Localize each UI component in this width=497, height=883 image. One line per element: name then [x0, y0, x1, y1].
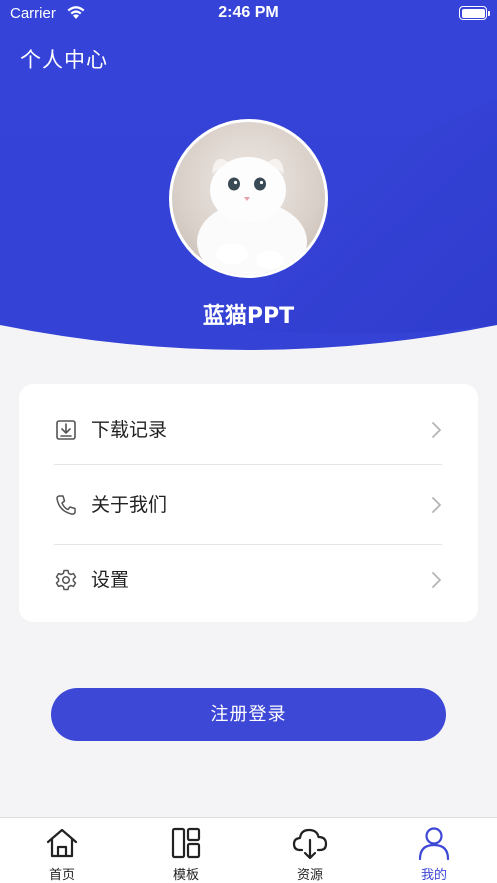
tab-mine[interactable]: 我的 — [372, 818, 496, 883]
phone-icon — [56, 495, 76, 515]
tab-home[interactable]: 首页 — [0, 818, 124, 883]
tab-label: 模板 — [172, 868, 199, 883]
menu-item-label: 下载记录 — [91, 419, 168, 441]
tab-resources[interactable]: 资源 — [248, 818, 372, 883]
username: 蓝猫PPT — [202, 304, 295, 329]
tab-label: 首页 — [48, 868, 75, 883]
chevron-right-icon — [432, 422, 441, 438]
kitten-avatar-image — [197, 157, 307, 275]
tab-label: 资源 — [296, 868, 323, 883]
menu-item-about-us[interactable]: 关于我们 — [54, 467, 442, 543]
download-icon — [56, 420, 76, 440]
menu-item-settings[interactable]: 设置 — [54, 542, 442, 618]
gear-icon — [55, 569, 77, 591]
register-login-button[interactable]: 注册登录 — [51, 688, 446, 741]
battery-icon — [459, 6, 490, 20]
menu-item-label: 关于我们 — [91, 494, 168, 516]
menu-item-download-history[interactable]: 下载记录 — [54, 392, 442, 468]
status-time: 2:46 PM — [218, 4, 279, 21]
chevron-right-icon — [432, 572, 441, 588]
home-icon — [46, 828, 78, 858]
menu-card: 下载记录 关于我们 设置 — [19, 384, 478, 622]
status-bar: Carrier 2:46 PM — [0, 0, 497, 28]
page-title: 个人中心 — [20, 48, 108, 72]
chevron-right-icon — [432, 497, 441, 513]
layout-icon — [171, 827, 201, 859]
cloud-download-icon — [292, 828, 328, 860]
menu-item-label: 设置 — [91, 569, 130, 591]
tab-label: 我的 — [420, 868, 447, 883]
user-icon — [418, 827, 450, 861]
avatar[interactable] — [169, 119, 328, 278]
tab-templates[interactable]: 模板 — [124, 818, 248, 883]
tab-bar: 首页 模板 资源 我的 — [0, 817, 497, 883]
divider — [54, 464, 442, 465]
